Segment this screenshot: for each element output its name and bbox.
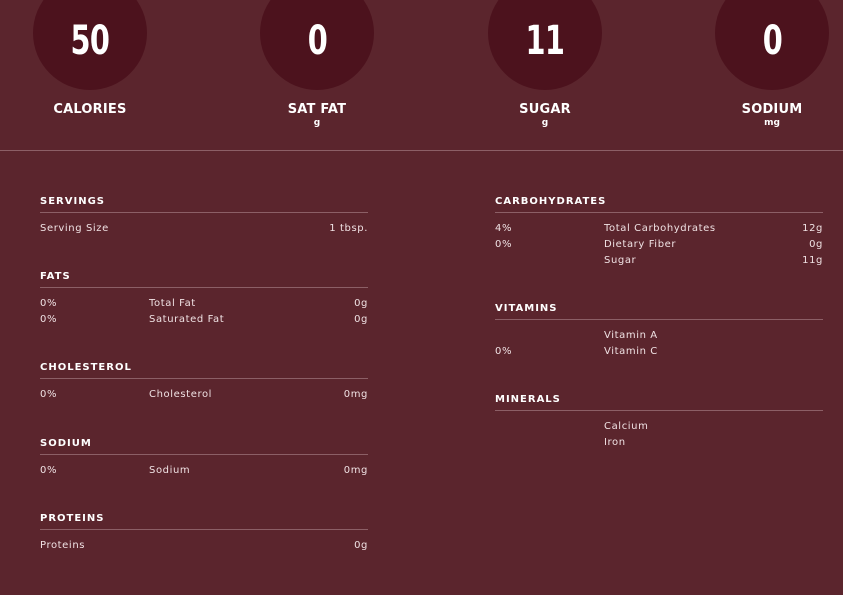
calories-stat: 50 CALORIES [10, 0, 170, 118]
proteins-name: Proteins [40, 540, 86, 551]
sugar-stat: 11 SUGAR g [465, 0, 625, 128]
total-carbs-pct: 4% [495, 223, 513, 234]
servings-heading: SERVINGS [40, 196, 368, 213]
proteins-value: 0g [354, 540, 368, 551]
serving-size-name: Serving Size [40, 223, 109, 234]
total-fat-value: 0g [354, 298, 368, 309]
sugar-row: Sugar 11g [495, 255, 823, 271]
sugar-name: Sugar [604, 255, 637, 266]
cholesterol-value: 0mg [343, 389, 368, 400]
serving-size-value: 1 tbsp. [329, 223, 368, 234]
fats-section: FATS 0% Total Fat 0g 0% Saturated Fat 0g [40, 271, 368, 330]
proteins-row: Proteins 0g [40, 540, 368, 556]
calories-circle: 50 [33, 0, 147, 90]
sat-fat-circle: 0 [260, 0, 374, 90]
calcium-name: Calcium [604, 421, 649, 432]
cholesterol-pct: 0% [40, 389, 58, 400]
dietary-fiber-name: Dietary Fiber [604, 239, 677, 250]
sugar-value: 11 [525, 18, 565, 64]
sodium-circle: 0 [715, 0, 829, 90]
saturated-fat-name: Saturated Fat [149, 314, 225, 325]
vitamin-a-row: Vitamin A [495, 330, 823, 346]
sodium-heading: SODIUM [40, 438, 368, 455]
sodium-label: SODIUM [741, 102, 803, 117]
dietary-fiber-pct: 0% [495, 239, 513, 250]
sat-fat-unit: g [313, 118, 321, 128]
vitamins-section: VITAMINS Vitamin A 0% Vitamin C [495, 303, 823, 362]
sat-fat-stat: 0 SAT FAT g [237, 0, 397, 128]
sat-fat-label: SAT FAT [287, 102, 347, 117]
minerals-section: MINERALS Calcium Iron [495, 394, 823, 453]
vitamin-c-pct: 0% [495, 346, 513, 357]
total-carbs-row: 4% Total Carbohydrates 12g [495, 223, 823, 239]
saturated-fat-pct: 0% [40, 314, 58, 325]
total-carbs-value: 12g [802, 223, 823, 234]
vitamin-c-row: 0% Vitamin C [495, 346, 823, 362]
sugar-row-value: 11g [802, 255, 823, 266]
total-fat-row: 0% Total Fat 0g [40, 298, 368, 314]
total-fat-name: Total Fat [149, 298, 196, 309]
cholesterol-heading: CHOLESTEROL [40, 362, 368, 379]
cholesterol-row: 0% Cholesterol 0mg [40, 389, 368, 405]
nutrition-summary: 50 CALORIES 0 SAT FAT g 11 SUGAR g 0 SOD… [0, 0, 843, 151]
total-carbs-name: Total Carbohydrates [604, 223, 716, 234]
proteins-section: PROTEINS Proteins 0g [40, 513, 368, 556]
calcium-row: Calcium [495, 421, 823, 437]
servings-row: Serving Size 1 tbsp. [40, 223, 368, 239]
sodium-unit: mg [764, 118, 780, 128]
proteins-heading: PROTEINS [40, 513, 368, 530]
total-fat-pct: 0% [40, 298, 58, 309]
saturated-fat-value: 0g [354, 314, 368, 325]
sodium-section: SODIUM 0% Sodium 0mg [40, 438, 368, 481]
servings-section: SERVINGS Serving Size 1 tbsp. [40, 196, 368, 239]
iron-row: Iron [495, 437, 823, 453]
sodium-row-value: 0mg [343, 465, 368, 476]
sodium-row: 0% Sodium 0mg [40, 465, 368, 481]
vitamin-c-name: Vitamin C [604, 346, 658, 357]
dietary-fiber-row: 0% Dietary Fiber 0g [495, 239, 823, 255]
sodium-pct: 0% [40, 465, 58, 476]
carbohydrates-heading: CARBOHYDRATES [495, 196, 823, 213]
vitamin-a-name: Vitamin A [604, 330, 658, 341]
dietary-fiber-value: 0g [809, 239, 823, 250]
sugar-circle: 11 [488, 0, 602, 90]
fats-heading: FATS [40, 271, 368, 288]
cholesterol-section: CHOLESTEROL 0% Cholesterol 0mg [40, 362, 368, 405]
sugar-unit: g [541, 118, 549, 128]
saturated-fat-row: 0% Saturated Fat 0g [40, 314, 368, 330]
sodium-name: Sodium [149, 465, 191, 476]
calories-label: CALORIES [53, 102, 127, 117]
minerals-heading: MINERALS [495, 394, 823, 411]
vitamins-heading: VITAMINS [495, 303, 823, 320]
sugar-label: SUGAR [519, 102, 571, 117]
cholesterol-name: Cholesterol [149, 389, 213, 400]
sodium-value: 0 [762, 18, 782, 64]
sodium-stat: 0 SODIUM mg [692, 0, 843, 128]
sat-fat-value: 0 [307, 18, 327, 64]
calories-value: 50 [70, 18, 110, 64]
carbohydrates-section: CARBOHYDRATES 4% Total Carbohydrates 12g… [495, 196, 823, 271]
iron-name: Iron [604, 437, 626, 448]
